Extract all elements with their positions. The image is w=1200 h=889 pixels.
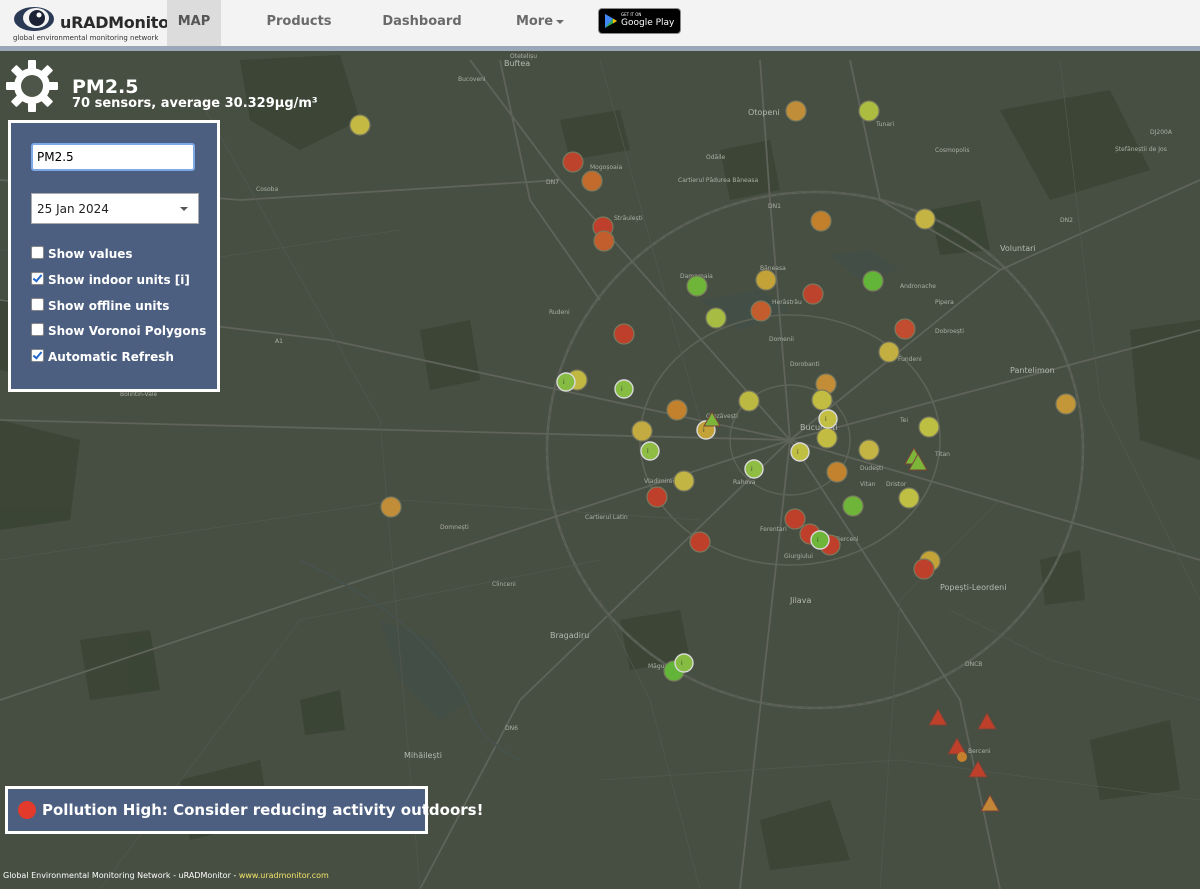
map-label: Domnești — [440, 524, 469, 531]
map-label: DN6 — [505, 725, 518, 732]
google-play-icon — [605, 14, 617, 28]
chevron-down-icon — [180, 207, 188, 211]
option-show-offline[interactable]: Show offline units — [31, 298, 169, 313]
map-label: Odăile — [706, 154, 726, 161]
footer: Global Environmental Monitoring Network … — [3, 871, 329, 880]
map-label: Grozăvești — [706, 413, 738, 420]
map-label: Berceni — [836, 536, 859, 543]
alert-text: Pollution High: Consider reducing activi… — [42, 801, 484, 819]
option-auto-refresh[interactable]: Automatic Refresh — [31, 349, 174, 364]
map-label: Străulești — [614, 215, 643, 222]
map-label: Tunari — [876, 121, 895, 128]
map-label: Titan — [935, 451, 950, 458]
map-label: Dristor — [886, 481, 907, 488]
map-label: Băneasa — [760, 265, 786, 272]
top-navbar: uRADMonitor global environmental monitor… — [0, 0, 1200, 47]
map-label: Vitan — [860, 481, 876, 488]
option-label: Show values — [48, 247, 133, 261]
map-label: A1 — [275, 338, 283, 345]
map-label: Măgurele — [648, 663, 676, 670]
map-label: Otopeni — [748, 108, 780, 117]
nav-products[interactable]: Products — [260, 0, 338, 46]
nav-map[interactable]: MAP — [167, 0, 221, 46]
map-label: Clinceni — [492, 581, 516, 588]
option-show-values[interactable]: Show values — [31, 246, 133, 261]
map-label: Dobroești — [935, 328, 964, 335]
map-label: Cosoba — [256, 186, 279, 193]
date-select-value: 25 Jan 2024 — [37, 202, 109, 216]
caret-down-icon — [556, 19, 565, 24]
footer-link[interactable]: www.uradmonitor.com — [239, 871, 329, 880]
nav-more[interactable]: More — [505, 0, 575, 46]
option-label: Show indoor units [i] — [48, 273, 190, 287]
checkbox[interactable] — [31, 246, 44, 259]
map-label: DN1 — [768, 203, 781, 210]
map-label: Damaroaia — [680, 273, 713, 280]
logo[interactable]: uRADMonitor global environmental monitor… — [12, 3, 177, 43]
map-label: Mihăilești — [404, 751, 442, 760]
map-label: Voluntari — [1000, 244, 1036, 253]
map-label: Fundeni — [898, 356, 922, 363]
logo-subtitle: global environmental monitoring network — [13, 34, 159, 42]
map-label: Dorobanti — [790, 361, 820, 368]
gear-icon[interactable] — [4, 58, 60, 114]
map-label: Bucoveni — [458, 76, 486, 83]
parameter-input[interactable] — [31, 143, 195, 171]
map-label: Ferentari — [760, 526, 787, 533]
map-label: Rahova — [733, 479, 756, 486]
google-play-big-text: Google Play — [621, 18, 675, 28]
map-label: Rudeni — [549, 309, 570, 316]
map-label: DJ200A — [1150, 129, 1172, 136]
map-label: Giurgiului — [784, 553, 813, 560]
map-label: Mogoșoaia — [590, 164, 623, 171]
map-label: Jilava — [790, 596, 812, 605]
footer-text: Global Environmental Monitoring Network … — [3, 871, 239, 880]
map-label: Andronache — [900, 283, 936, 290]
map-label: DN7 — [546, 179, 559, 186]
map-label: Vladimirescu — [644, 478, 683, 485]
nav-dashboard[interactable]: Dashboard — [378, 0, 466, 46]
map-label: DNCB — [965, 661, 983, 668]
map-label: Cartierul Latin — [585, 514, 628, 521]
alert-status-dot — [18, 801, 36, 819]
checkbox[interactable] — [31, 298, 44, 311]
option-show-indoor[interactable]: Show indoor units [i] — [31, 272, 190, 287]
map-label: Bragadiru — [550, 631, 590, 640]
eye-logo-icon — [14, 7, 54, 31]
map-label: Popești-Leordeni — [940, 583, 1007, 592]
map-label: Pantelimon — [1010, 366, 1055, 375]
option-label: Automatic Refresh — [48, 350, 174, 364]
map-label: Cartierul Pădurea Băneasa — [678, 177, 759, 184]
map-label: Dudești — [860, 465, 884, 472]
parameter-title: PM2.5 — [72, 76, 139, 98]
google-play-small-text: GET IT ON — [621, 12, 642, 17]
checkbox-checked[interactable] — [31, 349, 44, 362]
nav-more-label: More — [515, 14, 554, 29]
date-select[interactable]: 25 Jan 2024 — [31, 193, 199, 224]
map-label: Herăstrău — [772, 299, 802, 306]
map-label: Tei — [900, 417, 909, 424]
map-label: Cosmopolis — [935, 147, 970, 154]
map-label: București — [800, 423, 838, 432]
option-show-voronoi[interactable]: Show Voronoi Polygons — [31, 323, 206, 338]
logo-title: uRADMonitor — [60, 13, 177, 32]
option-label: Show offline units — [48, 299, 170, 313]
control-panel: 25 Jan 2024 Show values Show indoor unit… — [8, 120, 220, 392]
map-label: Pipera — [935, 299, 954, 306]
pollution-alert: Pollution High: Consider reducing activi… — [5, 786, 483, 834]
checkbox[interactable] — [31, 323, 44, 336]
map-label: DN2 — [1060, 217, 1073, 224]
sensor-summary: 70 sensors, average 30.329µg/m³ — [72, 96, 318, 111]
map-label: Berceni — [968, 748, 991, 755]
map-label: Buftea — [504, 59, 531, 68]
google-play-badge[interactable]: GET IT ON Google Play — [598, 8, 681, 34]
map-label: Domenii — [769, 336, 794, 343]
map-label: Ștefăneștii de Jos — [1115, 146, 1167, 153]
map-label: Bolintin-Vale — [120, 391, 158, 398]
checkbox-checked[interactable] — [31, 272, 44, 285]
option-label: Show Voronoi Polygons — [48, 324, 207, 338]
